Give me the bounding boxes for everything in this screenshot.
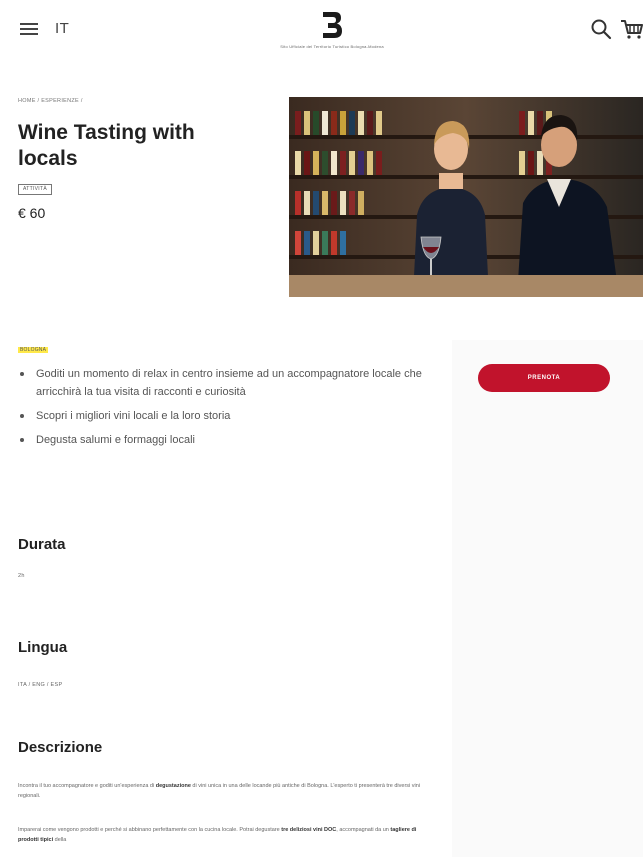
description-paragraph-2: Imparerai come vengono prodotti e perché…	[18, 825, 438, 845]
language-title: Lingua	[18, 639, 68, 656]
description-title: Descrizione	[18, 739, 103, 756]
breadcrumb-section[interactable]: ESPERIENZE	[41, 98, 79, 104]
logo-icon	[323, 12, 342, 38]
logo-caption: Sito Ufficiale del Territorio Turistico …	[280, 44, 384, 49]
cart-icon[interactable]	[620, 18, 643, 40]
duration-title: Durata	[18, 536, 66, 553]
description-paragraph-1: Incontra il tuo accompagnatore e goditi …	[18, 781, 438, 801]
duration-value: 2h	[18, 573, 25, 579]
breadcrumb-home[interactable]: HOME	[18, 98, 36, 104]
menu-icon[interactable]	[20, 22, 38, 36]
booking-sidebar	[452, 340, 643, 857]
description-text: della	[53, 837, 67, 843]
language-value: ITA / ENG / ESP	[18, 682, 63, 688]
description-text: Incontra il tuo accompagnatore e goditi …	[18, 783, 156, 789]
breadcrumb: HOME / ESPERIENZE /	[18, 98, 83, 104]
list-item: Degusta salumi e formaggi locali	[18, 431, 438, 449]
description-text: , accompagnati da un	[336, 827, 391, 833]
search-icon[interactable]	[590, 18, 612, 40]
list-item: Scopri i migliori vini locali e la loro …	[18, 407, 438, 425]
breadcrumb-trailing: /	[79, 98, 83, 104]
book-button[interactable]: PRENOTA	[478, 364, 610, 392]
description-bold: tre deliziosi vini DOC	[281, 827, 337, 833]
category-badge: ATTIVITÀ	[18, 184, 52, 195]
site-header: IT Sito Ufficiale del Territorio Turisti…	[0, 0, 643, 64]
price: € 60	[18, 205, 46, 221]
highlights-list: Goditi un momento di relax in centro ins…	[18, 365, 438, 455]
page-title: Wine Tasting with locals	[18, 121, 195, 170]
site-logo[interactable]: Sito Ufficiale del Territorio Turistico …	[252, 10, 412, 58]
city-tag[interactable]: BOLOGNA	[18, 347, 49, 353]
description-bold: degustazione	[155, 783, 191, 789]
language-selector[interactable]: IT	[55, 20, 69, 37]
description-text: Imparerai come vengono prodotti e perché…	[18, 827, 282, 833]
hero-image	[289, 97, 643, 297]
list-item: Goditi un momento di relax in centro ins…	[18, 365, 438, 401]
